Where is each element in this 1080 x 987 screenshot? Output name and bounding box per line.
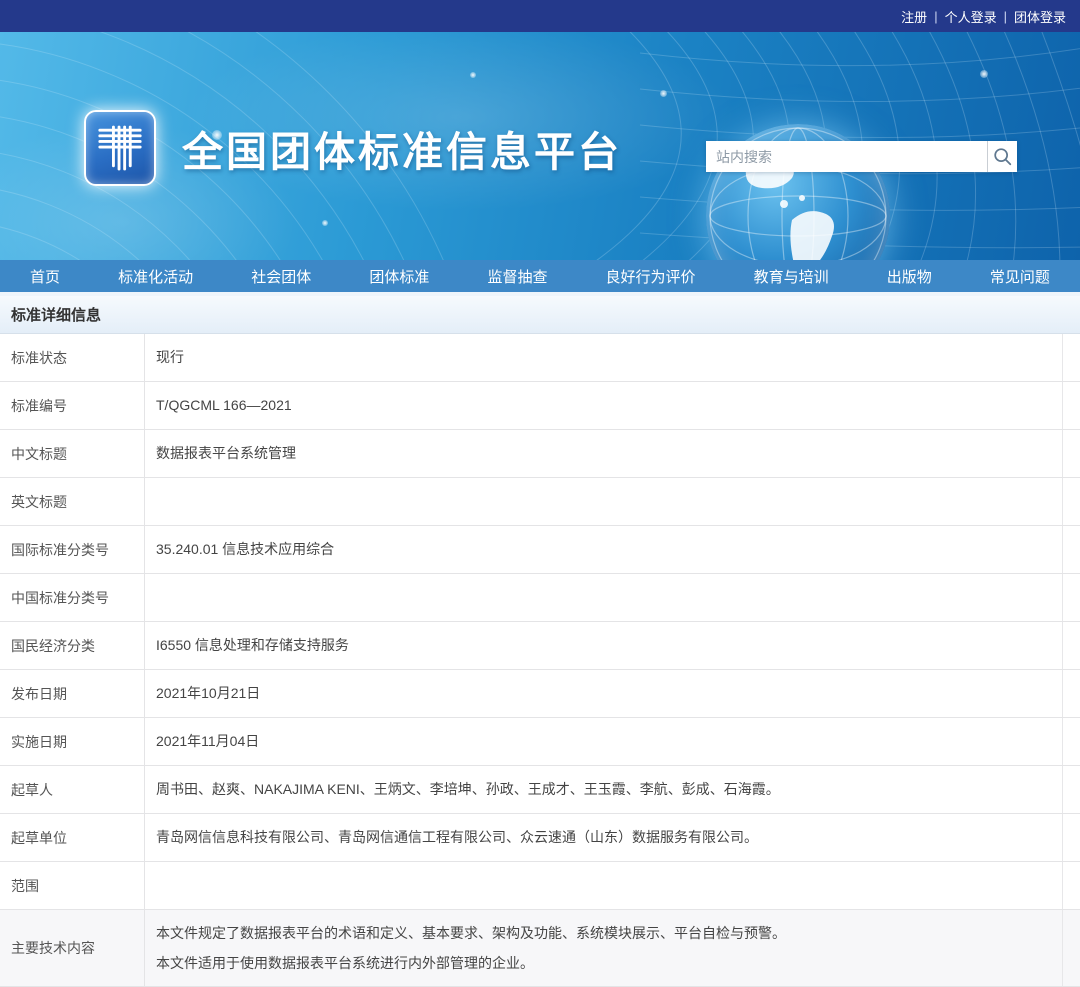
row-value: [145, 478, 1080, 525]
row-label: 实施日期: [0, 718, 145, 765]
row-label: 起草单位: [0, 814, 145, 861]
row-value: 青岛网信信息科技有限公司、青岛网信通信工程有限公司、众云速通（山东）数据服务有限…: [145, 814, 1080, 861]
nav-item-3[interactable]: 团体标准: [369, 266, 429, 287]
register-link[interactable]: 注册: [901, 7, 927, 26]
sparkle: [322, 220, 328, 226]
row-label: 范围: [0, 862, 145, 909]
table-row: 英文标题: [0, 478, 1080, 526]
table-row: 国民经济分类 I6550 信息处理和存储支持服务: [0, 622, 1080, 670]
platform-logo-icon: [84, 110, 156, 186]
table-row: 起草人 周书田、赵爽、NAKAJIMA KENI、王炳文、李培坤、孙政、王成才、…: [0, 766, 1080, 814]
group-login-link[interactable]: 团体登录: [1014, 7, 1066, 26]
row-label: 标准编号: [0, 382, 145, 429]
nav-item-5[interactable]: 良好行为评价: [606, 266, 696, 287]
table-row: 发布日期 2021年10月21日: [0, 670, 1080, 718]
table-row: 标准状态 现行: [0, 334, 1080, 382]
site-banner: 全国团体标准信息平台: [0, 32, 1080, 260]
nav-item-2[interactable]: 社会团体: [251, 266, 311, 287]
search-button[interactable]: [987, 141, 1017, 172]
search-icon: [993, 147, 1012, 166]
row-value: 35.240.01 信息技术应用综合: [145, 526, 1080, 573]
site-search: [706, 141, 1017, 172]
main-nav: 首页 标准化活动 社会团体 团体标准 监督抽查 良好行为评价 教育与培训 出版物 常见问题: [0, 260, 1080, 292]
topbar: 注册 | 个人登录 | 团体登录: [0, 0, 1080, 32]
nav-item-4[interactable]: 监督抽查: [487, 266, 547, 287]
row-value: 2021年11月04日: [145, 718, 1080, 765]
sparkle: [660, 90, 667, 97]
row-label: 国民经济分类: [0, 622, 145, 669]
brand: 全国团体标准信息平台: [84, 110, 622, 186]
table-row: 中国标准分类号: [0, 574, 1080, 622]
nav-item-6[interactable]: 教育与培训: [754, 266, 829, 287]
row-label: 英文标题: [0, 478, 145, 525]
row-value: 2021年10月21日: [145, 670, 1080, 717]
sparkle: [470, 72, 476, 78]
row-value: [145, 574, 1080, 621]
topbar-separator: |: [934, 9, 937, 24]
detail-table: 标准状态 现行 标准编号 T/QGCML 166—2021 中文标题 数据报表平…: [0, 334, 1080, 987]
row-label: 中文标题: [0, 430, 145, 477]
row-value: 本文件规定了数据报表平台的术语和定义、基本要求、架构及功能、系统模块展示、平台自…: [145, 910, 1080, 986]
row-label: 发布日期: [0, 670, 145, 717]
site-title: 全国团体标准信息平台: [182, 118, 622, 178]
table-row: 起草单位 青岛网信信息科技有限公司、青岛网信通信工程有限公司、众云速通（山东）数…: [0, 814, 1080, 862]
row-value: I6550 信息处理和存储支持服务: [145, 622, 1080, 669]
row-value: 周书田、赵爽、NAKAJIMA KENI、王炳文、李培坤、孙政、王成才、王玉霞、…: [145, 766, 1080, 813]
table-row: 国际标准分类号 35.240.01 信息技术应用综合: [0, 526, 1080, 574]
row-label: 中国标准分类号: [0, 574, 145, 621]
row-label: 主要技术内容: [0, 910, 145, 986]
row-label: 国际标准分类号: [0, 526, 145, 573]
sparkle: [980, 70, 988, 78]
table-row: 标准编号 T/QGCML 166—2021: [0, 382, 1080, 430]
table-row: 实施日期 2021年11月04日: [0, 718, 1080, 766]
search-input[interactable]: [706, 141, 987, 172]
row-value: 现行: [145, 334, 1080, 381]
row-value: 数据报表平台系统管理: [145, 430, 1080, 477]
row-label: 标准状态: [0, 334, 145, 381]
nav-item-8[interactable]: 常见问题: [990, 266, 1050, 287]
topbar-separator: |: [1004, 9, 1007, 24]
row-value: T/QGCML 166—2021: [145, 382, 1080, 429]
nav-item-0[interactable]: 首页: [30, 266, 60, 287]
row-label: 起草人: [0, 766, 145, 813]
nav-item-7[interactable]: 出版物: [887, 266, 932, 287]
page-title: 标准详细信息: [0, 296, 1080, 334]
row-value: [145, 862, 1080, 909]
table-row: 中文标题 数据报表平台系统管理: [0, 430, 1080, 478]
personal-login-link[interactable]: 个人登录: [945, 7, 997, 26]
table-row: 主要技术内容 本文件规定了数据报表平台的术语和定义、基本要求、架构及功能、系统模…: [0, 910, 1080, 987]
nav-item-1[interactable]: 标准化活动: [118, 266, 193, 287]
table-row: 范围: [0, 862, 1080, 910]
